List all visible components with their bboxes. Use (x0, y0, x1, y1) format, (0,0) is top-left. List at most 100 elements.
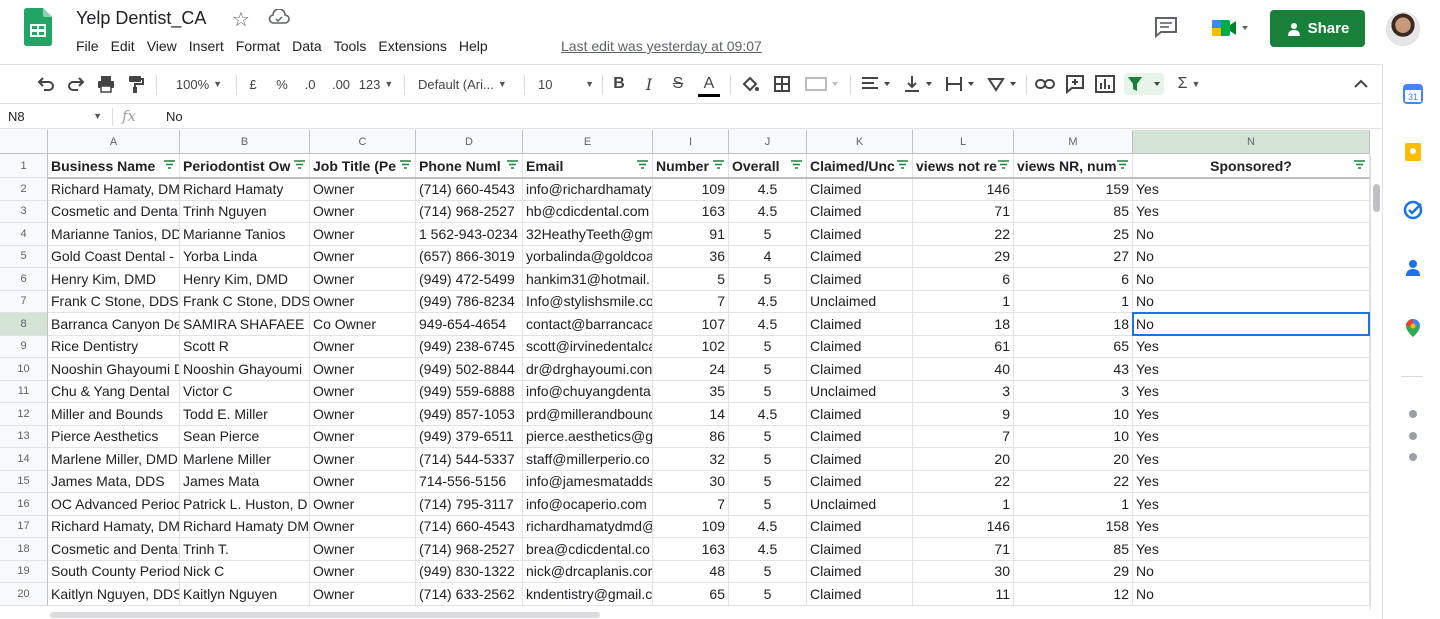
table-cell[interactable]: Richard Hamaty, DM (48, 515, 180, 538)
row-header[interactable]: 7 (0, 290, 48, 313)
table-cell[interactable]: Owner (310, 335, 416, 358)
share-button[interactable]: Share (1270, 10, 1365, 47)
table-cell[interactable]: Owner (310, 425, 416, 448)
row-header[interactable]: 12 (0, 403, 48, 426)
table-cell[interactable]: Co Owner (310, 313, 416, 336)
table-cell[interactable]: Frank C Stone, DDS (180, 290, 310, 313)
table-cell[interactable]: Owner (310, 515, 416, 538)
table-cell[interactable]: 5 (729, 425, 807, 448)
row-header[interactable]: 3 (0, 200, 48, 223)
row-header[interactable]: 16 (0, 493, 48, 516)
filter-dropdown-icon[interactable] (1117, 160, 1128, 169)
table-cell[interactable]: Owner (310, 268, 416, 291)
table-cell[interactable]: 36 (653, 245, 729, 268)
currency-format-button[interactable]: £ (246, 73, 260, 95)
table-cell[interactable]: Cosmetic and Denta (48, 200, 180, 223)
row-header[interactable]: 4 (0, 223, 48, 246)
font-select[interactable]: Default (Ari... ▼ (418, 73, 514, 95)
text-rotation-icon[interactable] (986, 73, 1020, 95)
table-cell[interactable]: prd@millerandbounc (523, 403, 653, 426)
vertical-align-icon[interactable] (902, 73, 936, 95)
table-cell[interactable]: 5 (653, 268, 729, 291)
table-cell[interactable]: Yes (1133, 380, 1370, 403)
table-cell[interactable]: South County Period (48, 560, 180, 583)
formula-input[interactable]: No (166, 109, 183, 124)
filter-dropdown-icon[interactable] (998, 160, 1009, 169)
menu-help[interactable]: Help (453, 36, 494, 56)
insert-link-icon[interactable] (1034, 73, 1056, 95)
table-cell[interactable]: Richard Hamaty DM (180, 515, 310, 538)
menu-edit[interactable]: Edit (105, 36, 141, 56)
star-icon[interactable]: ☆ (232, 7, 250, 32)
collapse-menus-icon[interactable] (1350, 73, 1372, 95)
table-cell[interactable]: 30 (653, 470, 729, 493)
table-cell[interactable]: No (1133, 583, 1370, 606)
table-cell[interactable]: (949) 472-5499 (416, 268, 523, 291)
table-cell[interactable]: 7 (913, 425, 1014, 448)
table-cell[interactable]: Claimed (807, 268, 913, 291)
table-cell[interactable]: Barranca Canyon De (48, 313, 180, 336)
table-cell[interactable]: 949-654-4654 (416, 313, 523, 336)
column-title-cell[interactable]: Number (653, 154, 729, 178)
text-color-button[interactable]: A (698, 73, 720, 97)
table-cell[interactable]: No (1133, 290, 1370, 313)
table-cell[interactable]: Claimed (807, 200, 913, 223)
table-cell[interactable]: Owner (310, 448, 416, 471)
table-cell[interactable]: Todd E. Miller (180, 403, 310, 426)
table-cell[interactable]: 20 (1014, 448, 1133, 471)
table-cell[interactable]: Unclaimed (807, 493, 913, 516)
table-cell[interactable]: 43 (1014, 358, 1133, 381)
table-cell[interactable]: Yes (1133, 200, 1370, 223)
table-cell[interactable]: dr@drghayoumi.con (523, 358, 653, 381)
table-cell[interactable]: kndentistry@gmail.c (523, 583, 653, 606)
table-cell[interactable]: Claimed (807, 178, 913, 201)
table-cell[interactable]: Owner (310, 538, 416, 561)
table-cell[interactable]: 12 (1014, 583, 1133, 606)
menu-extensions[interactable]: Extensions (372, 36, 452, 56)
table-cell[interactable]: 18 (1014, 313, 1133, 336)
table-cell[interactable]: info@richardhamaty (523, 178, 653, 201)
table-cell[interactable]: Yorba Linda (180, 245, 310, 268)
table-cell[interactable]: 22 (1014, 470, 1133, 493)
table-cell[interactable]: Claimed (807, 425, 913, 448)
table-cell[interactable]: (949) 830-1322 (416, 560, 523, 583)
more-formats-button[interactable]: 123 ▼ (358, 73, 394, 95)
table-cell[interactable]: 61 (913, 335, 1014, 358)
avatar[interactable] (1386, 12, 1420, 46)
table-cell[interactable]: Yes (1133, 403, 1370, 426)
column-title-cell[interactable]: Periodontist Ow (180, 154, 310, 178)
table-cell[interactable]: 22 (913, 470, 1014, 493)
table-cell[interactable]: Marianne Tanios, DD (48, 223, 180, 246)
table-cell[interactable]: Nick C (180, 560, 310, 583)
table-cell[interactable]: Trinh Nguyen (180, 200, 310, 223)
table-cell[interactable]: Unclaimed (807, 380, 913, 403)
menu-data[interactable]: Data (286, 36, 328, 56)
filter-dropdown-icon[interactable] (507, 160, 518, 169)
table-cell[interactable]: Gold Coast Dental - (48, 245, 180, 268)
table-cell[interactable]: 24 (653, 358, 729, 381)
table-cell[interactable]: (714) 968-2527 (416, 200, 523, 223)
table-cell[interactable]: Miller and Bounds (48, 403, 180, 426)
filter-dropdown-icon[interactable] (164, 160, 175, 169)
table-cell[interactable]: Owner (310, 380, 416, 403)
table-cell[interactable]: 159 (1014, 178, 1133, 201)
column-header-m[interactable]: M (1014, 130, 1133, 154)
vertical-scrollbar[interactable] (1370, 154, 1382, 610)
table-cell[interactable]: Cosmetic and Denta (48, 538, 180, 561)
horizontal-scrollbar[interactable] (0, 610, 1382, 619)
table-cell[interactable]: (714) 795-3117 (416, 493, 523, 516)
table-cell[interactable]: 14 (653, 403, 729, 426)
table-cell[interactable]: 1 (913, 290, 1014, 313)
table-cell[interactable]: 5 (729, 268, 807, 291)
table-cell[interactable]: Owner (310, 200, 416, 223)
table-cell[interactable]: Owner (310, 178, 416, 201)
functions-button[interactable]: Σ ▼ (1172, 73, 1206, 95)
table-cell[interactable]: 35 (653, 380, 729, 403)
table-cell[interactable]: (949) 857-1053 (416, 403, 523, 426)
menu-format[interactable]: Format (230, 36, 286, 56)
table-cell[interactable]: Yes (1133, 448, 1370, 471)
table-cell[interactable]: 6 (1014, 268, 1133, 291)
column-title-cell[interactable]: Job Title (Pe (310, 154, 416, 178)
table-cell[interactable]: 5 (729, 560, 807, 583)
table-cell[interactable]: No (1133, 313, 1370, 336)
